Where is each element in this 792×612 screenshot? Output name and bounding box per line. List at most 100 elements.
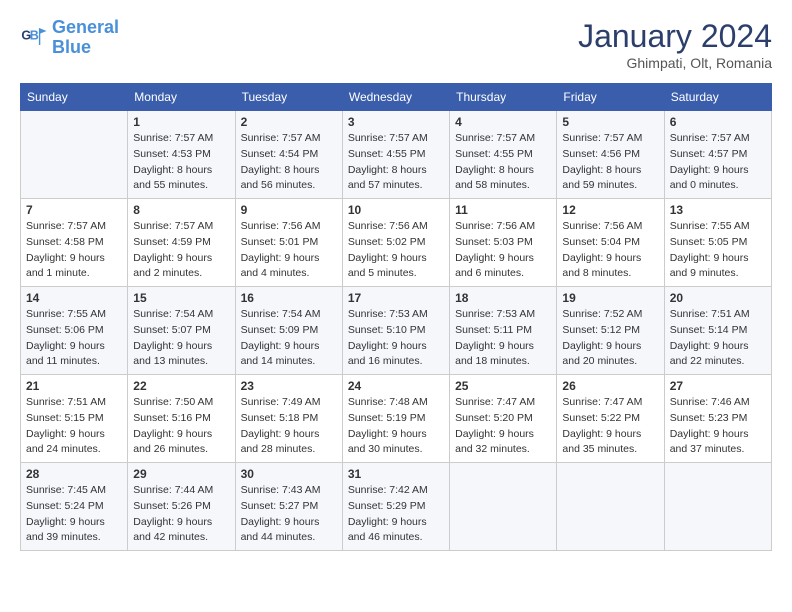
day-info: Sunrise: 7:56 AM Sunset: 5:04 PM Daylight:…	[562, 219, 658, 282]
title-block: January 2024 Ghimpati, Olt, Romania	[578, 18, 772, 71]
day-info-line: Sunset: 5:16 PM	[133, 412, 211, 424]
day-info-line: and 57 minutes.	[348, 179, 423, 191]
day-info: Sunrise: 7:56 AMSunset: 5:01 PMDaylight:…	[241, 219, 337, 282]
day-info-line: Sunrise: 7:56 AM	[562, 220, 642, 232]
day-info-line: Sunrise: 7:43 AM	[241, 484, 321, 496]
day-info-line: and 26 minutes.	[133, 443, 208, 455]
table-row: 13Sunrise: 7:55 AMSunset: 5:05 PMDayligh…	[664, 199, 771, 287]
table-row: 26Sunrise: 7:47 AMSunset: 5:22 PMDayligh…	[557, 375, 664, 463]
day-number: 31	[348, 467, 444, 481]
table-row: 19Sunrise: 7:52 AMSunset: 5:12 PMDayligh…	[557, 287, 664, 375]
day-info-line: and 39 minutes.	[26, 531, 101, 543]
day-info-line: Sunrise: 7:52 AM	[562, 308, 642, 320]
day-info: Sunrise: 7:48 AMSunset: 5:19 PMDaylight:…	[348, 395, 444, 458]
day-info-line: Sunset: 5:24 PM	[26, 500, 104, 512]
day-info-line: Sunset: 5:20 PM	[455, 412, 533, 424]
day-info-line: Sunset: 5:05 PM	[670, 236, 748, 248]
day-number: 4	[455, 115, 551, 129]
day-info-line: Sunrise: 7:57 AM	[455, 132, 535, 144]
day-info-line: Daylight: 9 hours	[562, 252, 641, 264]
day-info-line: Daylight: 9 hours	[348, 516, 427, 528]
table-row: 21Sunrise: 7:51 AMSunset: 5:15 PMDayligh…	[21, 375, 128, 463]
table-row: 18Sunrise: 7:53 AMSunset: 5:11 PMDayligh…	[450, 287, 557, 375]
logo-text: General	[52, 18, 119, 38]
day-info: Sunrise: 7:42 AMSunset: 5:29 PMDaylight:…	[348, 483, 444, 546]
col-thursday: Thursday	[450, 84, 557, 111]
day-info-line: Sunset: 4:59 PM	[133, 236, 211, 248]
day-number: 19	[562, 291, 658, 305]
col-monday: Monday	[128, 84, 235, 111]
table-row: 6Sunrise: 7:57 AMSunset: 4:57 PMDaylight…	[664, 111, 771, 199]
table-row: 27Sunrise: 7:46 AMSunset: 5:23 PMDayligh…	[664, 375, 771, 463]
day-info-line: Sunset: 5:10 PM	[348, 324, 426, 336]
day-info: Sunrise: 7:43 AMSunset: 5:27 PMDaylight:…	[241, 483, 337, 546]
day-info-line: Daylight: 9 hours	[670, 164, 749, 176]
day-info-line: and 22 minutes.	[670, 355, 745, 367]
day-info-line: and 14 minutes.	[241, 355, 316, 367]
day-info-line: Sunrise: 7:56 AM	[348, 220, 428, 232]
col-sunday: Sunday	[21, 84, 128, 111]
day-info-line: and 4 minutes.	[241, 267, 310, 279]
table-row: 2Sunrise: 7:57 AMSunset: 4:54 PMDaylight…	[235, 111, 342, 199]
day-number: 23	[241, 379, 337, 393]
table-row: 10Sunrise: 7:56 AMSunset: 5:02 PMDayligh…	[342, 199, 449, 287]
table-row: 31 Sunrise: 7:42 AMSunset: 5:29 PMDayligh…	[342, 463, 449, 551]
day-info-line: and 16 minutes.	[348, 355, 423, 367]
day-info-line: Sunrise: 7:46 AM	[670, 396, 750, 408]
day-info-line: and 32 minutes.	[455, 443, 530, 455]
day-info-line: Sunrise: 7:48 AM	[348, 396, 428, 408]
day-info-line: Sunset: 5:26 PM	[133, 500, 211, 512]
day-info-line: Daylight: 9 hours	[241, 252, 320, 264]
day-info-line: Daylight: 9 hours	[455, 428, 534, 440]
day-info-line: Sunset: 4:56 PM	[562, 148, 640, 160]
day-number: 17	[348, 291, 444, 305]
day-number: 6	[670, 115, 766, 129]
day-number: 1	[133, 115, 229, 129]
day-number: 25	[455, 379, 551, 393]
day-info-line: and 11 minutes.	[26, 355, 100, 367]
day-info-line: Daylight: 8 hours	[348, 164, 427, 176]
day-info-line: and 24 minutes.	[26, 443, 101, 455]
day-info-line: Daylight: 9 hours	[455, 252, 534, 264]
day-info-line: Sunrise: 7:57 AM	[133, 220, 213, 232]
table-row: 30 Sunrise: 7:43 AMSunset: 5:27 PMDayligh…	[235, 463, 342, 551]
day-info-line: Daylight: 8 hours	[562, 164, 641, 176]
day-info-line: Daylight: 9 hours	[241, 340, 320, 352]
day-info-line: and 46 minutes.	[348, 531, 423, 543]
day-info-line: Daylight: 9 hours	[455, 340, 534, 352]
location-subtitle: Ghimpati, Olt, Romania	[578, 55, 772, 71]
day-info-line: and 8 minutes.	[562, 267, 631, 279]
day-info-line: Sunrise: 7:55 AM	[26, 308, 106, 320]
calendar-week-row: 21Sunrise: 7:51 AMSunset: 5:15 PMDayligh…	[21, 375, 772, 463]
day-info-line: Sunset: 5:19 PM	[348, 412, 426, 424]
table-row: 28Sunrise: 7:45 AMSunset: 5:24 PMDayligh…	[21, 463, 128, 551]
day-info: Sunrise: 7:57 AMSunset: 4:55 PMDaylight:…	[455, 131, 551, 194]
day-info-line: Sunset: 5:04 PM	[562, 236, 640, 248]
day-info-line: Daylight: 9 hours	[670, 252, 749, 264]
table-row: 24Sunrise: 7:48 AMSunset: 5:19 PMDayligh…	[342, 375, 449, 463]
day-info: Sunrise: 7:55 AMSunset: 5:06 PMDaylight:…	[26, 307, 122, 370]
day-number: 29	[133, 467, 229, 481]
day-info-line: Sunset: 5:23 PM	[670, 412, 748, 424]
day-number: 7	[26, 203, 122, 217]
day-info: Sunrise: 7:49 AMSunset: 5:18 PMDaylight:…	[241, 395, 337, 458]
day-info-line: Sunrise: 7:55 AM	[670, 220, 750, 232]
table-row	[664, 463, 771, 551]
col-saturday: Saturday	[664, 84, 771, 111]
day-info-line: and 20 minutes.	[562, 355, 637, 367]
day-info-line: and 42 minutes.	[133, 531, 208, 543]
day-number: 18	[455, 291, 551, 305]
logo-line1: General	[52, 17, 119, 37]
day-info-line: Daylight: 9 hours	[241, 428, 320, 440]
col-wednesday: Wednesday	[342, 84, 449, 111]
table-row: 8Sunrise: 7:57 AMSunset: 4:59 PMDaylight…	[128, 199, 235, 287]
day-number: 30	[241, 467, 337, 481]
day-info-line: Sunset: 5:06 PM	[26, 324, 104, 336]
day-info-line: Sunset: 5:12 PM	[562, 324, 640, 336]
day-info-line: Daylight: 9 hours	[241, 516, 320, 528]
day-number: 2	[241, 115, 337, 129]
day-info-line: and 18 minutes.	[455, 355, 530, 367]
day-info: Sunrise: 7:47 AMSunset: 5:20 PMDaylight:…	[455, 395, 551, 458]
day-info-line: Sunset: 5:29 PM	[348, 500, 426, 512]
day-info: Sunrise: 7:52 AMSunset: 5:12 PMDaylight:…	[562, 307, 658, 370]
